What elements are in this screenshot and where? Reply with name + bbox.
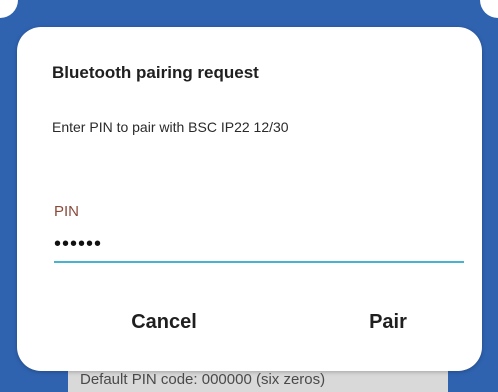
screen: Default PIN code: 000000 (six zeros) Blu… [0,0,498,392]
default-pin-hint: Default PIN code: 000000 (six zeros) [80,371,326,388]
cancel-button[interactable]: Cancel [94,302,234,342]
pin-input[interactable] [54,227,464,263]
pair-button[interactable]: Pair [318,302,458,342]
bluetooth-pairing-dialog: Bluetooth pairing request Enter PIN to p… [17,27,482,371]
dialog-message: Enter PIN to pair with BSC IP22 12/30 [52,119,289,135]
dialog-title: Bluetooth pairing request [52,63,259,82]
pin-label: PIN [54,203,80,220]
